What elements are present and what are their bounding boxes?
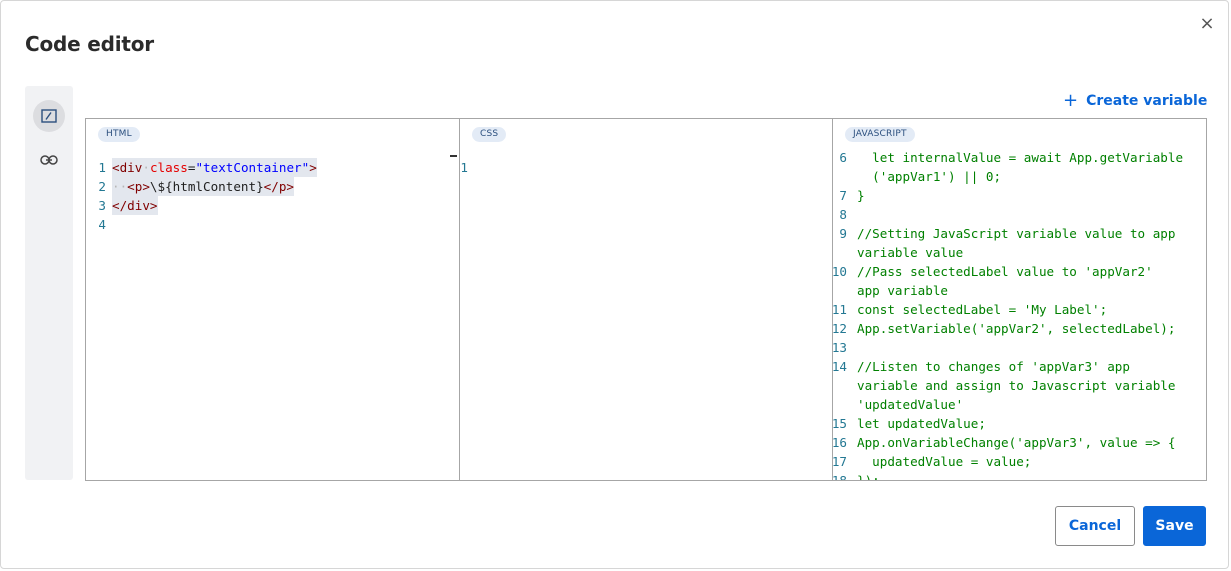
line-number: 2 <box>98 179 106 194</box>
css-code-area[interactable]: 1 <box>460 158 474 177</box>
line-text: App.onVariableChange('appVar3', value =>… <box>857 435 1176 450</box>
code-token: "textContainer" <box>195 160 310 175</box>
line-number: 11 <box>833 302 847 317</box>
line-number: 17 <box>833 454 847 469</box>
line-text: //Setting JavaScript variable value to a… <box>857 226 1176 241</box>
code-line: 16 App.onVariableChange('appVar3', value … <box>833 433 1183 452</box>
line-text: App.setVariable('appVar2', selectedLabel… <box>857 321 1176 336</box>
code-token: > <box>309 160 317 175</box>
line-text: const selectedLabel = 'My Label'; <box>857 302 1108 317</box>
code-editor-dialog: Code editor × + Create variable HTML 1 <d… <box>0 0 1229 569</box>
line-number <box>833 281 857 300</box>
plus-icon: + <box>1063 90 1079 111</box>
sidebar-item-code-editor[interactable] <box>33 100 65 132</box>
code-line: 10 //Pass selectedLabel value to 'appVar2… <box>833 262 1183 281</box>
line-text: }); <box>857 471 880 480</box>
line-number: 1 <box>98 160 106 175</box>
line-number <box>833 395 857 414</box>
javascript-code-area[interactable]: 6 let internalValue = await App.getVaria… <box>833 148 1183 480</box>
line-number <box>833 243 857 262</box>
line-text: ('appVar1') || 0; <box>857 169 1002 184</box>
code-line: 12 App.setVariable('appVar2', selectedLab… <box>833 319 1183 338</box>
line-text: variable and assign to Javascript variab… <box>857 378 1176 393</box>
code-token: </p> <box>263 179 294 194</box>
code-token: <p> <box>127 179 150 194</box>
line-number: 1 <box>460 160 468 175</box>
dialog-title: Code editor <box>25 32 154 56</box>
code-line: 6 let internalValue = await App.getVaria… <box>833 148 1183 167</box>
line-number: 8 <box>839 207 847 222</box>
pane-resize-handle[interactable] <box>450 155 457 157</box>
code-editor-panes: HTML 1 <div·class="textContainer"> 2 ··<p>\… <box>85 118 1207 481</box>
code-line: 7} <box>833 186 1183 205</box>
code-line: 13 <box>833 338 1183 357</box>
code-line: 18}); <box>833 471 1183 480</box>
line-text: <div·class="textContainer"> <box>112 158 317 177</box>
code-line: app variable <box>833 281 1183 300</box>
line-number: 16 <box>833 435 847 450</box>
line-number: 9 <box>839 226 847 241</box>
line-number <box>833 376 857 395</box>
code-token: <div <box>112 160 143 175</box>
line-text: app variable <box>857 283 948 298</box>
line-number: 18 <box>833 471 857 480</box>
line-text: } <box>857 188 865 203</box>
line-number: 6 <box>839 150 847 165</box>
code-token: </div> <box>112 198 158 213</box>
code-token: \${htmlContent} <box>149 179 264 194</box>
line-number <box>833 167 857 186</box>
link-icon <box>40 155 58 165</box>
code-line: 8 <box>833 205 1183 224</box>
line-text: //Pass selectedLabel value to 'appVar2' <box>857 264 1153 279</box>
code-token: · <box>142 160 150 175</box>
line-text: variable value <box>857 245 964 260</box>
html-pane-badge: HTML <box>98 127 140 142</box>
css-editor-pane[interactable]: CSS 1 <box>460 119 833 480</box>
code-line: 11 const selectedLabel = 'My Label'; <box>833 300 1183 319</box>
code-line: 4 <box>86 215 317 234</box>
editor-sidebar <box>25 86 73 480</box>
line-number: 7 <box>839 188 847 203</box>
javascript-editor-pane[interactable]: JAVASCRIPT 6 let internalValue = await A… <box>833 119 1206 480</box>
cancel-button[interactable]: Cancel <box>1055 506 1135 546</box>
save-button[interactable]: Save <box>1143 506 1206 546</box>
line-text: </div> <box>112 196 158 215</box>
line-text: ··<p>\${htmlContent}</p> <box>112 177 294 196</box>
code-line: variable value <box>833 243 1183 262</box>
code-line: 14 //Listen to changes of 'appVar3' app <box>833 357 1183 376</box>
code-line: 2 ··<p>\${htmlContent}</p> <box>86 177 317 196</box>
code-line: 1 <div·class="textContainer"> <box>86 158 317 177</box>
sidebar-item-link[interactable] <box>33 144 65 176</box>
line-text: updatedValue = value; <box>857 454 1032 469</box>
close-icon[interactable]: × <box>1198 15 1216 33</box>
line-number: 4 <box>98 217 106 232</box>
code-line: 15 let updatedValue; <box>833 414 1183 433</box>
code-token: ·· <box>112 179 128 194</box>
css-pane-badge: CSS <box>472 127 507 142</box>
code-line: 1 <box>460 158 474 177</box>
line-text: let updatedValue; <box>857 416 986 431</box>
html-editor-pane[interactable]: HTML 1 <div·class="textContainer"> 2 ··<p>\… <box>86 119 460 480</box>
code-file-icon <box>41 109 57 123</box>
javascript-pane-badge: JAVASCRIPT <box>845 127 915 142</box>
line-number: 10 <box>833 264 847 279</box>
code-line: 3 </div> <box>86 196 317 215</box>
line-number: 15 <box>833 416 847 431</box>
line-number: 3 <box>98 198 106 213</box>
code-line: ('appVar1') || 0; <box>833 167 1183 186</box>
html-code-area[interactable]: 1 <div·class="textContainer"> 2 ··<p>\${htm… <box>86 158 317 234</box>
code-line: 17 updatedValue = value; <box>833 452 1183 471</box>
line-number: 12 <box>833 321 847 336</box>
create-variable-button[interactable]: + Create variable <box>1063 90 1208 111</box>
code-line: 9 //Setting JavaScript variable value to … <box>833 224 1183 243</box>
code-line: 'updatedValue' <box>833 395 1183 414</box>
code-token: class <box>149 160 188 175</box>
line-number: 14 <box>833 359 847 374</box>
line-number: 13 <box>833 340 847 355</box>
create-variable-label: Create variable <box>1086 93 1208 109</box>
line-text: //Listen to changes of 'appVar3' app <box>857 359 1130 374</box>
code-line: variable and assign to Javascript variab… <box>833 376 1183 395</box>
line-text: 'updatedValue' <box>857 397 964 412</box>
line-text: let internalValue = await App.getVariabl… <box>857 150 1184 165</box>
